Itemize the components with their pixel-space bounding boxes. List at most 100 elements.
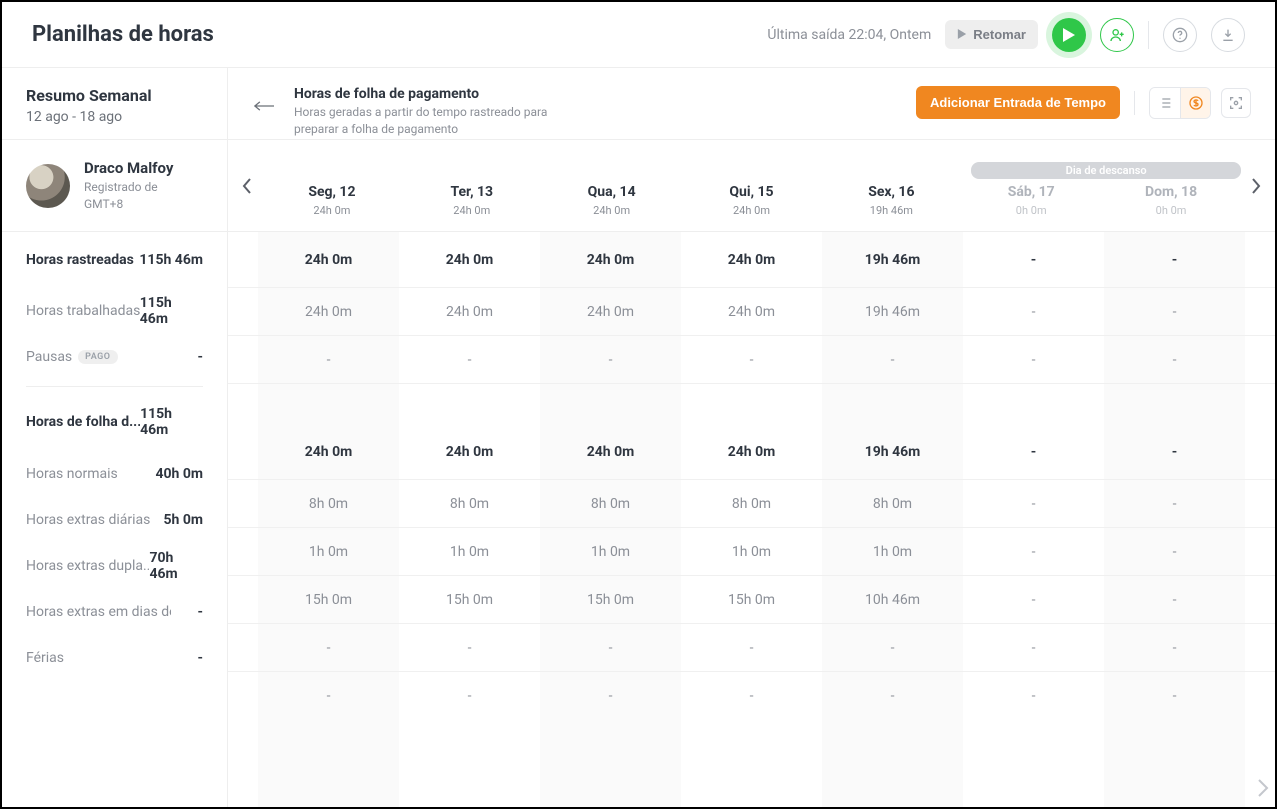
help-button[interactable] — [1163, 18, 1197, 52]
grid-cell: 8h 0m — [540, 496, 681, 512]
grid-cell: - — [822, 352, 963, 368]
day-column[interactable]: Sex, 16 19h 46m — [821, 154, 961, 217]
user-name: Draco Malfoy — [84, 159, 173, 177]
panel-subtitle: Horas geradas a partir do tempo rastread… — [294, 104, 594, 138]
grid-cell: 8h 0m — [681, 496, 822, 512]
side-label: Horas normais — [26, 466, 118, 482]
back-button[interactable] — [252, 94, 276, 118]
grid-cell: 15h 0m — [399, 592, 540, 608]
grid-row: 24h 0m24h 0m24h 0m24h 0m19h 46m-- — [228, 424, 1275, 480]
grid-cell: 24h 0m — [540, 304, 681, 320]
side-label: Horas extras diárias — [26, 512, 150, 528]
prev-week-button[interactable] — [232, 178, 262, 194]
resume-button[interactable]: Retomar — [945, 20, 1038, 49]
grid-cell: - — [540, 640, 681, 656]
day-column[interactable]: Qui, 1524h 0m — [682, 154, 822, 217]
add-time-entry-button[interactable]: Adicionar Entrada de Tempo — [916, 86, 1120, 119]
day-total: 24h 0m — [682, 204, 822, 217]
grid-cell: - — [681, 352, 822, 368]
grid-cell: 24h 0m — [258, 304, 399, 320]
grid-cell: 1h 0m — [681, 544, 822, 560]
chevron-right-icon — [1251, 178, 1261, 194]
side-row: Férias - — [2, 635, 227, 681]
grid-cell: 1h 0m — [822, 544, 963, 560]
last-stop-text: Última saída 22:04, Ontem — [767, 27, 931, 43]
day-total: 0h 0m — [1101, 204, 1241, 217]
grid-row: ------- — [228, 336, 1275, 384]
grid-cell: - — [1104, 496, 1245, 512]
day-column[interactable]: Qua, 1424h 0m — [542, 154, 682, 217]
day-total: 19h 46m — [821, 204, 961, 217]
summary-title: Resumo Semanal — [26, 86, 213, 105]
side-value: - — [197, 604, 203, 620]
next-week-button[interactable] — [1241, 178, 1271, 194]
play-button[interactable] — [1052, 18, 1086, 52]
grid-cell: 24h 0m — [681, 444, 822, 460]
grid-cell: - — [963, 592, 1104, 608]
main-top-bar: Horas de folha de pagamento Horas gerada… — [228, 68, 1275, 140]
separator — [1134, 91, 1135, 115]
grid-cell: 24h 0m — [258, 252, 399, 268]
days-container: Seg, 1224h 0mTer, 1324h 0mQua, 1424h 0mQ… — [262, 154, 1241, 217]
day-column[interactable]: Dom, 180h 0m — [1101, 154, 1241, 217]
view-money-button[interactable] — [1180, 88, 1210, 118]
grid-cell: - — [963, 496, 1104, 512]
grid-cell: - — [681, 640, 822, 656]
grid-cell: 1h 0m — [258, 544, 399, 560]
day-column[interactable]: Ter, 1324h 0m — [402, 154, 542, 217]
view-list-button[interactable] — [1150, 88, 1180, 118]
grid-cell: - — [1104, 640, 1245, 656]
focus-icon — [1228, 95, 1244, 111]
side-value: 70h 46m — [149, 550, 203, 582]
user-subtitle: Registrado de GMT+8 — [84, 179, 173, 211]
side-row: Horas extras em dias de de... - — [2, 589, 227, 635]
day-label: Ter, 13 — [402, 184, 542, 200]
grid-cell: 19h 46m — [822, 304, 963, 320]
top-actions: Adicionar Entrada de Tempo — [916, 86, 1251, 119]
grid-cell: - — [399, 688, 540, 704]
grid-cell: - — [1104, 544, 1245, 560]
dollar-icon — [1188, 95, 1204, 111]
sidebar: Resumo Semanal 12 ago - 18 ago Draco Mal… — [2, 68, 228, 807]
download-icon — [1220, 27, 1236, 43]
focus-button[interactable] — [1221, 88, 1251, 118]
grid-cell: 24h 0m — [258, 444, 399, 460]
grid-next-button[interactable] — [1257, 779, 1269, 801]
user-block[interactable]: Draco Malfoy Registrado de GMT+8 — [2, 140, 227, 232]
grid-rows: 24h 0m24h 0m24h 0m24h 0m19h 46m--24h 0m2… — [228, 232, 1275, 807]
divider — [26, 386, 203, 387]
grid-row: ------- — [228, 672, 1275, 720]
paid-badge: PAGO — [78, 350, 117, 364]
side-value: - — [197, 650, 203, 666]
add-user-button[interactable] — [1100, 18, 1134, 52]
chevron-left-icon — [242, 178, 252, 194]
grid-cell: - — [1104, 592, 1245, 608]
grid-row: 24h 0m24h 0m24h 0m24h 0m19h 46m-- — [228, 232, 1275, 288]
grid-row: 8h 0m8h 0m8h 0m8h 0m8h 0m-- — [228, 480, 1275, 528]
day-label: Seg, 12 — [262, 184, 402, 200]
download-button[interactable] — [1211, 18, 1245, 52]
day-total: 0h 0m — [961, 204, 1101, 217]
user-plus-icon — [1109, 27, 1125, 43]
day-label: Sex, 16 — [821, 184, 961, 200]
day-column[interactable]: Seg, 12 24h 0m — [262, 154, 402, 217]
grid-row: 15h 0m15h 0m15h 0m15h 0m10h 46m-- — [228, 576, 1275, 624]
grid-row: 1h 0m1h 0m1h 0m1h 0m1h 0m-- — [228, 528, 1275, 576]
side-row: Horas extras diárias 5h 0m — [2, 497, 227, 543]
header-actions: Última saída 22:04, Ontem Retomar — [767, 18, 1245, 52]
side-value: 115h 46m — [140, 295, 203, 327]
grid-cell: 15h 0m — [681, 592, 822, 608]
content-area: Resumo Semanal 12 ago - 18 ago Draco Mal… — [2, 68, 1275, 807]
grid-cell: - — [963, 544, 1104, 560]
side-label: Horas extras dupla... — [26, 558, 149, 574]
grid-cell: 24h 0m — [399, 252, 540, 268]
side-row: Pausas PAGO - — [2, 334, 227, 380]
resume-label: Retomar — [973, 27, 1026, 42]
grid-cell: - — [681, 688, 822, 704]
grid-cell: 8h 0m — [399, 496, 540, 512]
day-total: 24h 0m — [262, 204, 402, 217]
day-column[interactable]: Dia de descansoSáb, 170h 0m — [961, 154, 1101, 217]
side-row: Horas normais 40h 0m — [2, 451, 227, 497]
grid-cell: 8h 0m — [822, 496, 963, 512]
side-row: Horas de folha d... 115h 46m — [2, 393, 227, 451]
